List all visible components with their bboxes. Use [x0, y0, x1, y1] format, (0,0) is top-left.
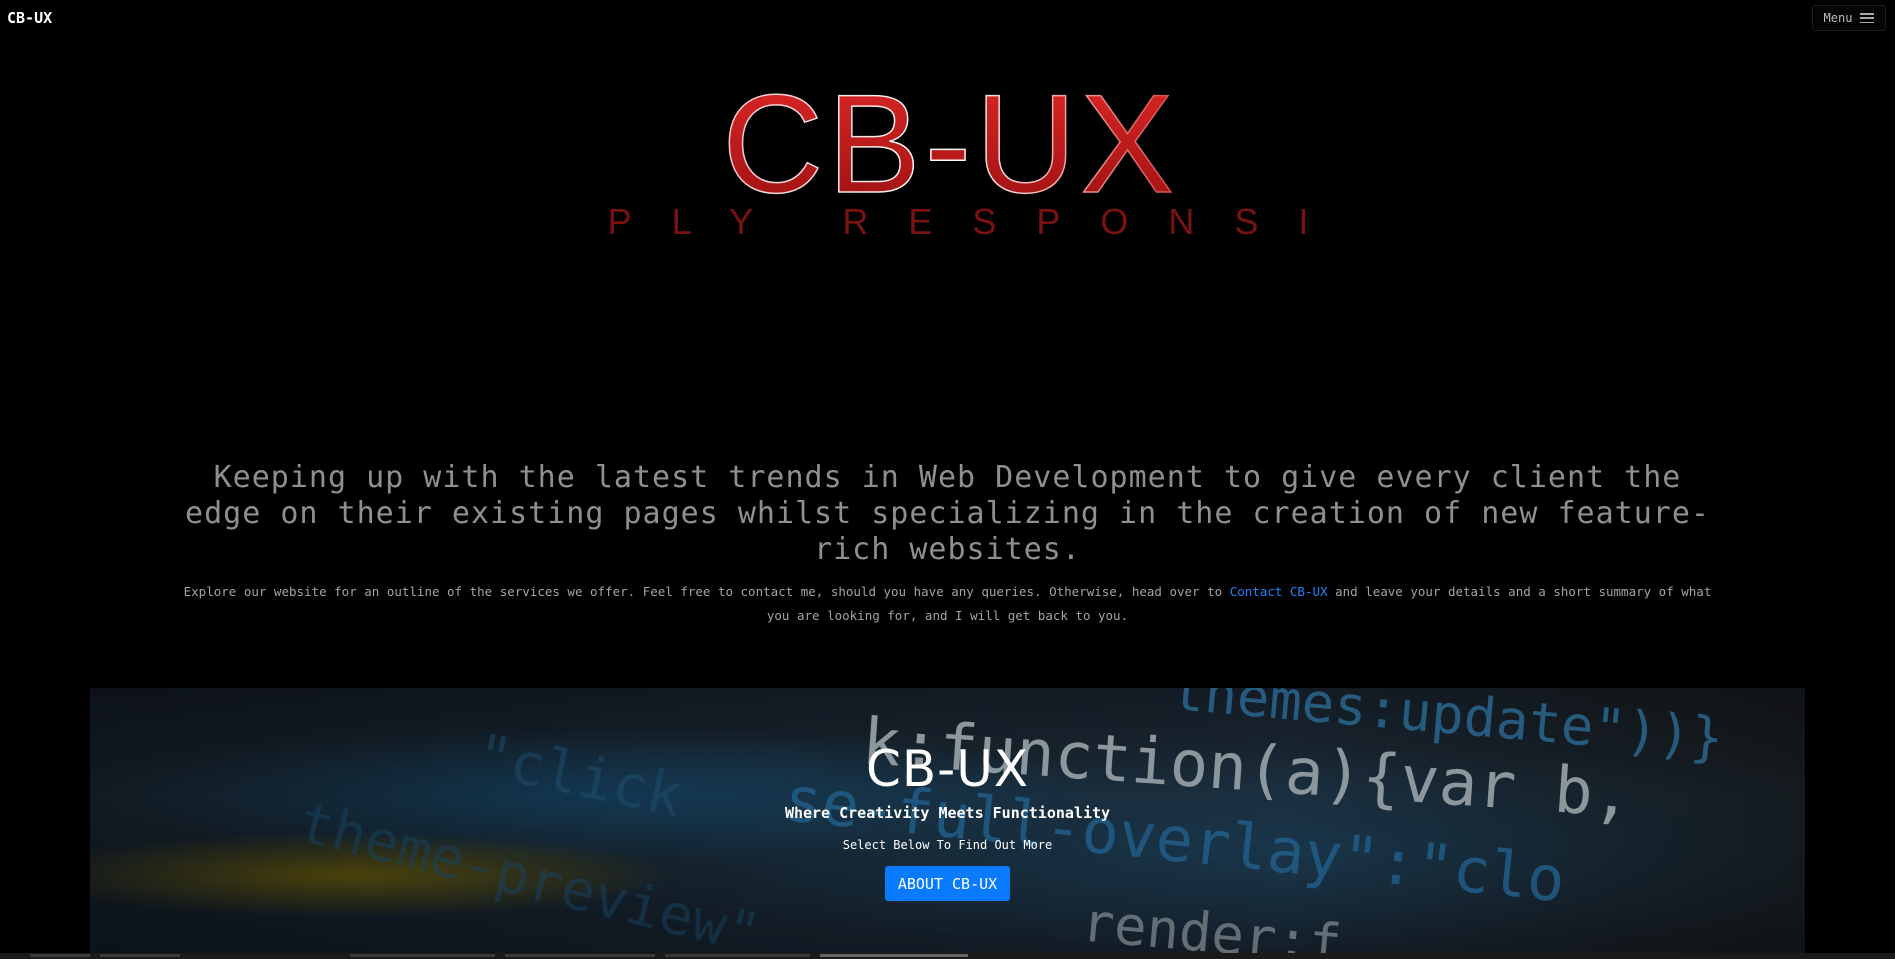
menu-label: Menu [1823, 11, 1853, 25]
hero-title: CB-UX [865, 740, 1030, 798]
hamburger-icon [1860, 13, 1875, 23]
logo-wordmark: CB-UX [722, 65, 1178, 222]
os-taskbar [0, 953, 1895, 959]
taskbar-item[interactable] [100, 954, 180, 957]
brand-link[interactable]: CB-UX [7, 9, 52, 27]
hero-subtitle: Where Creativity Meets Functionality [784, 804, 1111, 822]
taskbar-item-active[interactable] [820, 954, 968, 957]
hero-prompt: Select Below To Find Out More [842, 838, 1053, 852]
intro-paragraph: Explore our website for an outline of th… [180, 580, 1715, 628]
taskbar-item[interactable] [30, 954, 90, 957]
about-button[interactable]: ABOUT CB-UX [885, 866, 1010, 901]
hero-banner: themes:update"))} k:function(a){var b, s… [90, 688, 1805, 955]
taskbar-item[interactable] [665, 954, 810, 957]
intro-headline: Keeping up with the latest trends in Web… [185, 460, 1710, 567]
intro-text-before: Explore our website for an outline of th… [183, 584, 1230, 599]
top-navbar: CB-UX Menu [0, 0, 1895, 36]
taskbar-item[interactable] [350, 954, 495, 957]
logo-tagline: SIMPLY RESPONSIVE [570, 201, 1330, 242]
taskbar-item[interactable] [505, 954, 655, 957]
site-logo: CB-UX SIMPLY RESPONSIVE [570, 64, 1330, 242]
contact-link[interactable]: Contact CB-UX [1230, 584, 1328, 599]
menu-button[interactable]: Menu [1812, 5, 1886, 31]
